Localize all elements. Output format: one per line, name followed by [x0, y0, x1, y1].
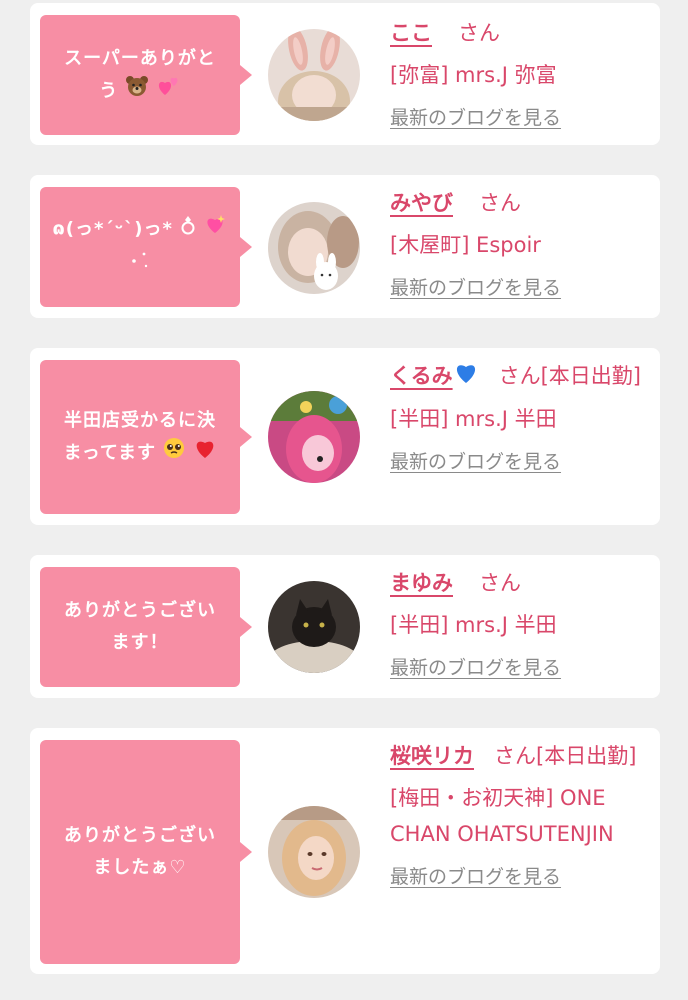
- avatar[interactable]: [268, 202, 360, 294]
- girl-name-link[interactable]: 桜咲リカ: [390, 744, 474, 768]
- message-card: 半田店受かるに決 まってます くるみ さん[本日出勤] [半田] mrs.J 半…: [30, 348, 660, 525]
- blue-heart-emoji-icon: [453, 359, 479, 395]
- red-heart-emoji-icon: [193, 437, 217, 470]
- message-card: ɷ(っ*ˊᵕˋ)っ* みやび さん [木屋町] Espoir 最新のブログを見る: [30, 175, 660, 318]
- message-bubble: 半田店受かるに決 まってます: [40, 360, 252, 514]
- girl-info: みやび さん [木屋町] Espoir 最新のブログを見る: [390, 185, 645, 300]
- ring-emoji-icon: [180, 214, 196, 246]
- message-card-list: スーパーありがと う ここ さん [弥富] mrs.J 弥富 最新のブログを見る…: [0, 0, 688, 1000]
- sparkles-emoji-icon: [130, 246, 150, 281]
- honorific-suffix: さん[本日出勤]: [498, 364, 641, 388]
- girl-info: くるみ さん[本日出勤] [半田] mrs.J 半田 最新のブログを見る: [390, 358, 645, 474]
- shop-name: [弥富] mrs.J 弥富: [390, 63, 557, 87]
- latest-blog-link[interactable]: 最新のブログを見る: [390, 103, 561, 130]
- avatar[interactable]: [268, 391, 360, 483]
- girl-info: 桜咲リカ さん[本日出勤] [梅田・お初天神] ONE CHAN OHATSUTE…: [390, 738, 645, 889]
- latest-blog-link[interactable]: 最新のブログを見る: [390, 653, 561, 680]
- avatar[interactable]: [268, 29, 360, 121]
- message-text: ありがとうござい ます！: [64, 600, 216, 653]
- message-bubble: ありがとうござい ます！: [40, 567, 252, 687]
- avatar[interactable]: [268, 806, 360, 898]
- message-bubble: スーパーありがと う: [40, 15, 252, 135]
- girl-info: まゆみ さん [半田] mrs.J 半田 最新のブログを見る: [390, 565, 645, 680]
- message-card: ありがとうござい ます！ まゆみ さん [半田] mrs.J 半田 最新のブログを…: [30, 555, 660, 698]
- message-text: 半田店受かるに決 まってます: [63, 405, 216, 470]
- pleading-face-emoji-icon: [163, 437, 185, 470]
- honorific-suffix: さん: [479, 571, 521, 595]
- honorific-suffix: さん: [479, 191, 521, 215]
- avatar[interactable]: [268, 581, 360, 673]
- shop-name: [木屋町] Espoir: [390, 233, 541, 257]
- message-text: ありがとうござい ましたぁ♡: [64, 825, 216, 878]
- girl-name-link[interactable]: ここ: [390, 21, 432, 45]
- latest-blog-link[interactable]: 最新のブログを見る: [390, 447, 561, 474]
- girl-name-link[interactable]: まゆみ: [390, 571, 453, 595]
- girl-name-link[interactable]: みやび: [390, 191, 453, 215]
- honorific-suffix: さん: [458, 21, 500, 45]
- two-hearts-emoji-icon: [157, 75, 181, 108]
- girl-name-link[interactable]: くるみ: [390, 364, 479, 388]
- shop-name: [梅田・お初天神] ONE CHAN OHATSUTENJIN: [390, 786, 614, 846]
- message-bubble: ありがとうござい ましたぁ♡: [40, 740, 252, 964]
- shop-name: [半田] mrs.J 半田: [390, 407, 557, 431]
- sparkling-heart-emoji-icon: [203, 213, 227, 246]
- honorific-suffix: さん[本日出勤]: [494, 744, 637, 768]
- shop-name: [半田] mrs.J 半田: [390, 613, 557, 637]
- message-text: スーパーありがと う: [64, 43, 216, 108]
- latest-blog-link[interactable]: 最新のブログを見る: [390, 273, 561, 300]
- message-card: スーパーありがと う ここ さん [弥富] mrs.J 弥富 最新のブログを見る: [30, 3, 660, 145]
- message-bubble: ɷ(っ*ˊᵕˋ)っ*: [40, 187, 252, 307]
- message-card: ありがとうござい ましたぁ♡ 桜咲リカ さん[本日出勤] [梅田・お初天神] ON…: [30, 728, 660, 974]
- bear-emoji-icon: [125, 75, 149, 108]
- girl-info: ここ さん [弥富] mrs.J 弥富 最新のブログを見る: [390, 15, 645, 130]
- message-text: ɷ(っ*ˊᵕˋ)っ*: [52, 213, 228, 281]
- latest-blog-link[interactable]: 最新のブログを見る: [390, 862, 561, 889]
